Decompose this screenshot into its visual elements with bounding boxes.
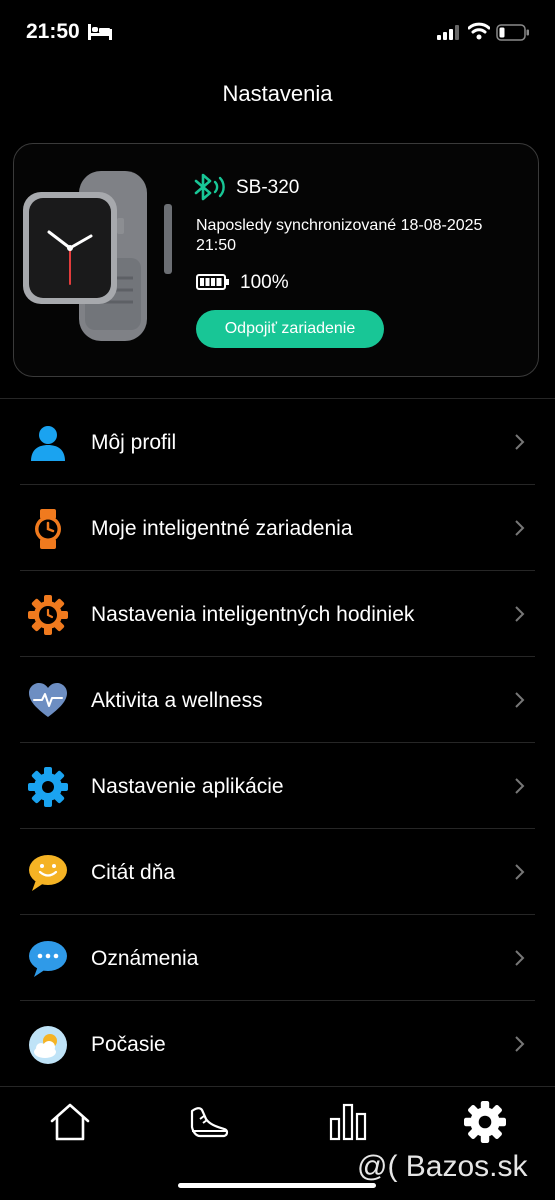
- chevron-right-icon: [515, 606, 525, 622]
- watch-image: [23, 171, 172, 341]
- menu-item-weather[interactable]: Počasie: [0, 1001, 555, 1087]
- settings-menu: Môj profil Moje inteligentné zariadenia: [0, 399, 555, 1087]
- chat-bubble-icon: [29, 941, 67, 977]
- menu-item-watch-settings[interactable]: Nastavenia inteligentných hodiniek: [0, 571, 555, 657]
- menu-item-label: Citát dňa: [91, 861, 176, 884]
- status-bar: 21:50: [0, 0, 555, 66]
- chevron-right-icon: [515, 950, 525, 966]
- wifi-icon: [468, 22, 490, 40]
- menu-item-label: Počasie: [91, 1033, 166, 1056]
- device-battery-icon: [196, 274, 229, 290]
- menu-item-notifications[interactable]: Oznámenia: [0, 915, 555, 1001]
- menu-item-quote-of-day[interactable]: Citát dňa: [0, 829, 555, 915]
- device-name: SB-320: [236, 177, 300, 198]
- chevron-right-icon: [515, 864, 525, 880]
- bed-icon: [88, 24, 112, 40]
- chevron-right-icon: [515, 692, 525, 708]
- weather-icon: [29, 1026, 67, 1064]
- device-battery-value: 100%: [240, 272, 289, 293]
- person-icon: [31, 426, 65, 461]
- menu-item-app-settings[interactable]: Nastavenie aplikácie: [0, 743, 555, 829]
- chevron-right-icon: [515, 434, 525, 450]
- menu-item-label: Môj profil: [91, 431, 177, 454]
- menu-item-my-profile[interactable]: Môj profil: [0, 399, 555, 485]
- bar-chart-icon[interactable]: [327, 1101, 369, 1143]
- signal-icon: [437, 25, 459, 40]
- menu-item-label: Oznámenia: [91, 947, 199, 970]
- heart-pulse-icon: [29, 683, 67, 717]
- chevron-right-icon: [515, 1036, 525, 1052]
- watch-gear-icon: [28, 595, 68, 635]
- menu-item-label: Nastavenia inteligentných hodiniek: [91, 603, 415, 626]
- watch-icon: [35, 509, 61, 549]
- menu-item-label: Aktivita a wellness: [91, 689, 263, 712]
- battery-icon: [496, 24, 529, 41]
- shoe-icon[interactable]: [188, 1101, 230, 1143]
- chevron-right-icon: [515, 778, 525, 794]
- home-indicator: [178, 1183, 376, 1188]
- gear-icon[interactable]: [464, 1101, 506, 1143]
- disconnect-device-button[interactable]: Odpojiť zariadenie: [196, 310, 384, 348]
- menu-item-activity-wellness[interactable]: Aktivita a wellness: [0, 657, 555, 743]
- bluetooth-connected-icon: [194, 173, 225, 201]
- last-sync-text: Naposledy synchronizované 18-08-2025 21:…: [196, 217, 483, 254]
- gear-icon: [28, 767, 68, 807]
- menu-item-my-devices[interactable]: Moje inteligentné zariadenia: [0, 485, 555, 571]
- menu-item-label: Nastavenie aplikácie: [91, 775, 284, 798]
- menu-item-label: Moje inteligentné zariadenia: [91, 517, 353, 540]
- smile-bubble-icon: [29, 855, 67, 891]
- page-title: Nastavenia: [222, 81, 333, 106]
- watermark: @( Bazos.sk: [357, 1150, 528, 1183]
- device-card: SB-320 Naposledy synchronizované 18-08-2…: [13, 143, 539, 377]
- home-icon[interactable]: [49, 1101, 91, 1143]
- chevron-right-icon: [515, 520, 525, 536]
- status-time: 21:50: [26, 20, 80, 43]
